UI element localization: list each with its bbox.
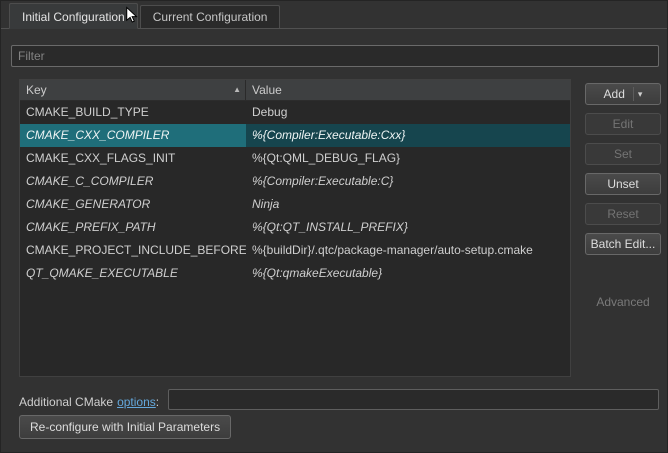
cell-key[interactable]: CMAKE_CXX_COMPILER	[20, 124, 246, 147]
mouse-cursor-icon	[123, 6, 141, 24]
column-header-key-label: Key	[26, 80, 47, 100]
cell-value[interactable]: %{Qt:QML_DEBUG_FLAG}	[246, 147, 570, 170]
cell-key[interactable]: CMAKE_BUILD_TYPE	[20, 101, 246, 124]
cell-value[interactable]: Ninja	[246, 193, 570, 216]
cell-key[interactable]: CMAKE_GENERATOR	[20, 193, 246, 216]
table-actions: Add ▾ Edit Set Unset Reset Batch Edit...…	[585, 83, 661, 309]
edit-button[interactable]: Edit	[585, 113, 661, 135]
cell-key[interactable]: CMAKE_C_COMPILER	[20, 170, 246, 193]
table-row[interactable]: CMAKE_GENERATOR Ninja	[20, 193, 570, 216]
cell-value[interactable]: %{Qt:qmakeExecutable}	[246, 262, 570, 285]
table-row-selected[interactable]: CMAKE_CXX_COMPILER %{Compiler:Executable…	[20, 124, 570, 147]
sort-ascending-icon: ▲	[233, 80, 245, 100]
add-button-label: Add	[604, 87, 625, 101]
reconfigure-button[interactable]: Re-configure with Initial Parameters	[19, 415, 231, 439]
tab-current-configuration[interactable]: Current Configuration	[140, 5, 281, 28]
configuration-table: Key ▲ Value CMAKE_BUILD_TYPE Debug CMAKE…	[19, 79, 571, 377]
advanced-checkbox[interactable]: Advanced	[585, 295, 661, 309]
table-header: Key ▲ Value	[20, 80, 570, 101]
additional-cmake-options-label: Additional CMake options:	[19, 392, 159, 414]
cell-key[interactable]: QT_QMAKE_EXECUTABLE	[20, 262, 246, 285]
tab-initial-configuration[interactable]: Initial Configuration	[9, 3, 138, 29]
table-row[interactable]: CMAKE_PREFIX_PATH %{Qt:QT_INSTALL_PREFIX…	[20, 216, 570, 239]
table-row[interactable]: QT_QMAKE_EXECUTABLE %{Qt:qmakeExecutable…	[20, 262, 570, 285]
additional-cmake-text: Additional CMake	[19, 395, 113, 409]
add-button[interactable]: Add ▾	[585, 83, 661, 105]
cell-key[interactable]: CMAKE_PROJECT_INCLUDE_BEFORE	[20, 239, 246, 262]
cell-value[interactable]: %{buildDir}/.qtc/package-manager/auto-se…	[246, 239, 570, 262]
colon-text: :	[156, 395, 159, 409]
table-row[interactable]: CMAKE_C_COMPILER %{Compiler:Executable:C…	[20, 170, 570, 193]
cell-value[interactable]: %{Compiler:Executable:C}	[246, 170, 570, 193]
options-link[interactable]: options	[117, 395, 156, 409]
column-header-value[interactable]: Value	[246, 80, 570, 100]
cmake-options-input[interactable]	[168, 389, 659, 410]
filter-input[interactable]	[11, 45, 659, 67]
column-header-key[interactable]: Key ▲	[20, 80, 246, 100]
table-row[interactable]: CMAKE_BUILD_TYPE Debug	[20, 101, 570, 124]
batch-edit-button[interactable]: Batch Edit...	[585, 233, 661, 255]
table-row[interactable]: CMAKE_PROJECT_INCLUDE_BEFORE %{buildDir}…	[20, 239, 570, 262]
set-button[interactable]: Set	[585, 143, 661, 165]
unset-button[interactable]: Unset	[585, 173, 661, 195]
dropdown-arrow-icon: ▾	[638, 89, 643, 100]
reset-button[interactable]: Reset	[585, 203, 661, 225]
button-separator	[633, 87, 634, 101]
table-row[interactable]: CMAKE_CXX_FLAGS_INIT %{Qt:QML_DEBUG_FLAG…	[20, 147, 570, 170]
cell-key[interactable]: CMAKE_CXX_FLAGS_INIT	[20, 147, 246, 170]
tab-bar: Initial Configuration Current Configurat…	[1, 1, 667, 29]
cell-value[interactable]: %{Compiler:Executable:Cxx}	[246, 124, 570, 147]
cell-value[interactable]: %{Qt:QT_INSTALL_PREFIX}	[246, 216, 570, 239]
cell-value[interactable]: Debug	[246, 101, 570, 124]
cmake-configuration-panel: { "tabs": [ { "label": "Initial Configur…	[0, 0, 668, 453]
cell-key[interactable]: CMAKE_PREFIX_PATH	[20, 216, 246, 239]
